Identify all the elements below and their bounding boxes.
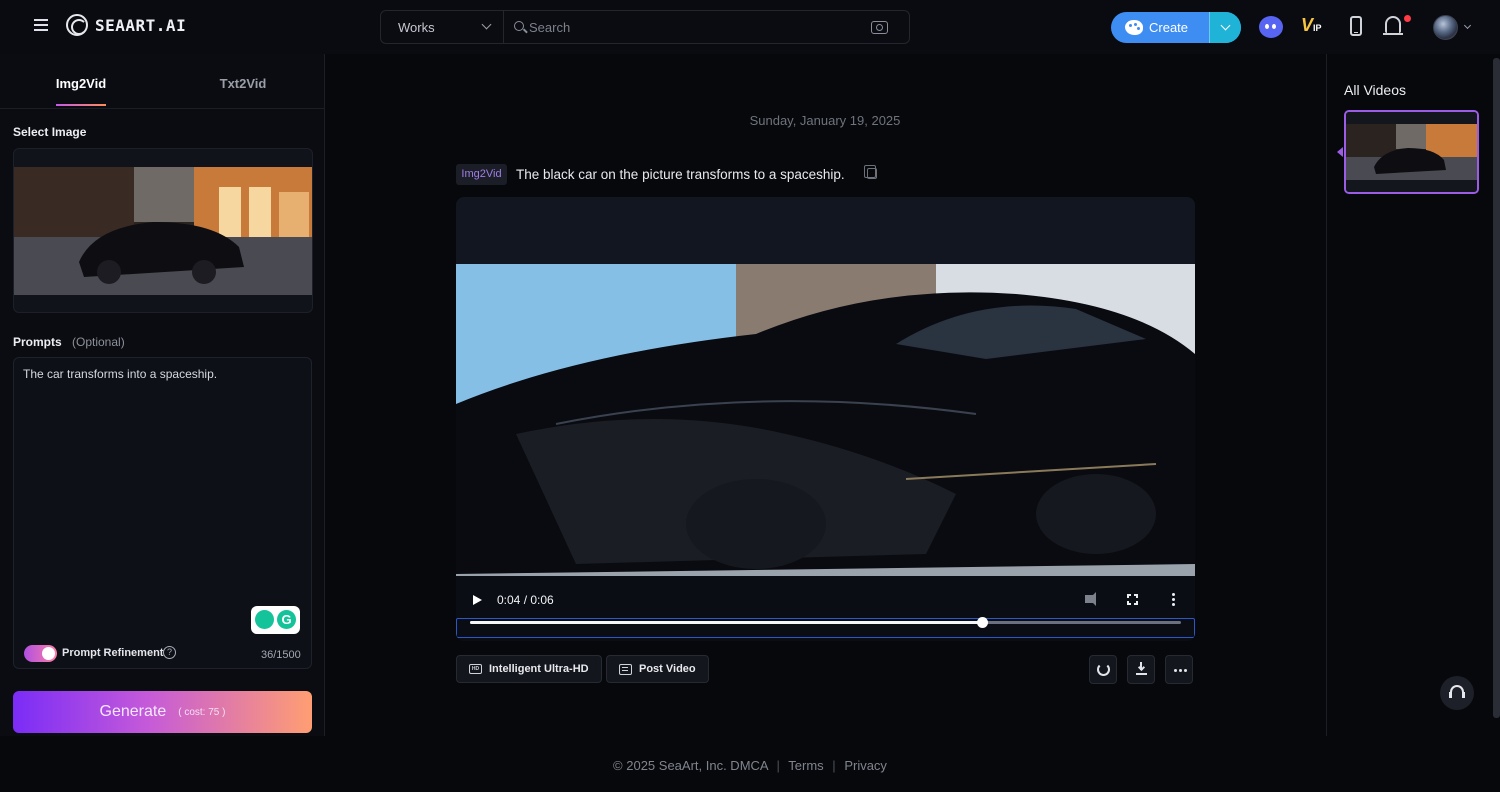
video-thumbnail[interactable] <box>1344 110 1479 194</box>
download-icon <box>1136 662 1147 675</box>
toggle-knob <box>42 647 55 660</box>
download-button[interactable] <box>1127 655 1155 684</box>
regenerate-button[interactable] <box>1089 655 1117 684</box>
search-bar: Works <box>380 10 910 44</box>
prompts-label: Prompts <box>13 335 62 349</box>
copy-icon[interactable] <box>864 165 877 179</box>
seek-bar-handle[interactable] <box>976 617 988 628</box>
help-icon[interactable]: ? <box>163 646 176 659</box>
seek-bar[interactable] <box>470 617 1181 628</box>
vip-icon[interactable]: VIP <box>1301 15 1327 39</box>
create-dropdown-button[interactable] <box>1209 12 1241 43</box>
post-icon <box>619 663 632 675</box>
footer-separator: | <box>776 758 780 773</box>
hd-icon: HD <box>469 664 482 674</box>
video-history-panel: All Videos <box>1326 54 1500 736</box>
grammarly-status-icon <box>255 610 274 629</box>
prompt-refinement-toggle[interactable] <box>24 645 57 662</box>
logo-icon <box>66 14 88 36</box>
generate-cost: ( cost: 75 ) <box>178 706 226 718</box>
grammarly-widget[interactable]: G <box>251 606 300 634</box>
selected-marker <box>1337 147 1343 157</box>
chevron-down-icon[interactable] <box>1463 21 1472 30</box>
create-label: Create <box>1149 20 1189 35</box>
palette-icon <box>1125 20 1143 35</box>
logo-text: SEAART.AI <box>95 15 187 35</box>
ultra-hd-label: Intelligent Ultra-HD <box>489 663 589 675</box>
video-player: 0:04 / 0:06 <box>456 197 1195 641</box>
avatar[interactable] <box>1433 15 1458 40</box>
mode-tabs: Img2Vid Txt2Vid <box>0 54 325 109</box>
seek-bar-progress <box>470 621 982 624</box>
headset-icon <box>1449 685 1464 698</box>
terms-link[interactable]: Terms <box>788 758 823 773</box>
vip-sub: IP <box>1313 23 1322 33</box>
post-video-button[interactable]: Post Video <box>606 655 709 683</box>
refresh-icon <box>1097 663 1110 676</box>
video-time: 0:04 / 0:06 <box>497 593 554 607</box>
discord-icon[interactable] <box>1259 16 1283 38</box>
select-image-label: Select Image <box>13 125 87 139</box>
more-options-button[interactable] <box>1165 655 1193 684</box>
download-arrow <box>1137 663 1146 672</box>
fullscreen-icon[interactable] <box>1126 593 1139 606</box>
more-horizontal-icon <box>1174 669 1177 672</box>
image-upload-area[interactable] <box>13 148 313 313</box>
generate-label: Generate <box>99 703 167 720</box>
notification-dot <box>1404 15 1411 22</box>
camera-icon[interactable] <box>871 21 888 34</box>
ultra-hd-button[interactable]: HD Intelligent Ultra-HD <box>456 655 602 683</box>
generation-panel: Img2Vid Txt2Vid Select Image Prompts (Op… <box>0 54 325 736</box>
date-heading: Sunday, January 19, 2025 <box>749 113 901 128</box>
search-input[interactable] <box>529 17 849 37</box>
post-video-label: Post Video <box>639 663 696 675</box>
active-tab-indicator <box>56 104 106 106</box>
logo[interactable]: SEAART.AI <box>66 14 186 36</box>
play-icon[interactable] <box>473 595 482 605</box>
all-videos-title: All Videos <box>1344 82 1407 98</box>
search-scope-label: Works <box>398 20 435 35</box>
bell-icon[interactable] <box>1383 16 1403 35</box>
create-button-group: Create <box>1111 12 1241 43</box>
footer: © 2025 SeaArt, Inc. DMCA | Terms | Priva… <box>0 758 1500 773</box>
volume-icon[interactable] <box>1085 592 1096 606</box>
footer-separator: | <box>832 758 836 773</box>
create-button[interactable]: Create <box>1111 12 1209 43</box>
char-count: 36/1500 <box>261 649 301 661</box>
tab-img2vid[interactable]: Img2Vid <box>0 54 162 109</box>
vip-mark: V <box>1301 15 1314 35</box>
prompt-input[interactable]: The car transforms into a spaceship. <box>23 366 303 596</box>
task-prompt: The black car on the picture transforms … <box>516 167 845 182</box>
scrollbar[interactable] <box>1493 58 1500 718</box>
video-frame[interactable] <box>456 264 1195 576</box>
tab-txt2vid[interactable]: Txt2Vid <box>162 54 324 109</box>
prompt-refinement-label: Prompt Refinement <box>62 647 164 659</box>
more-vertical-icon[interactable] <box>1172 593 1175 596</box>
support-button[interactable] <box>1440 676 1474 710</box>
copyright: © 2025 SeaArt, Inc. DMCA <box>613 758 768 773</box>
grammarly-icon: G <box>277 610 296 629</box>
top-bar: SEAART.AI Works Create VIP <box>0 0 1500 54</box>
source-image <box>14 167 312 295</box>
task-type-badge: Img2Vid <box>456 164 507 185</box>
chevron-down-icon <box>1220 20 1231 31</box>
mobile-app-icon[interactable] <box>1350 16 1362 36</box>
generate-button[interactable]: Generate ( cost: 75 ) <box>13 691 312 733</box>
menu-icon[interactable] <box>34 19 48 31</box>
search-icon <box>514 21 524 31</box>
privacy-link[interactable]: Privacy <box>844 758 887 773</box>
prompts-optional-hint: (Optional) <box>72 335 125 349</box>
prompt-box: The car transforms into a spaceship. G P… <box>13 357 312 669</box>
video-thumbnail-image <box>1346 112 1477 192</box>
